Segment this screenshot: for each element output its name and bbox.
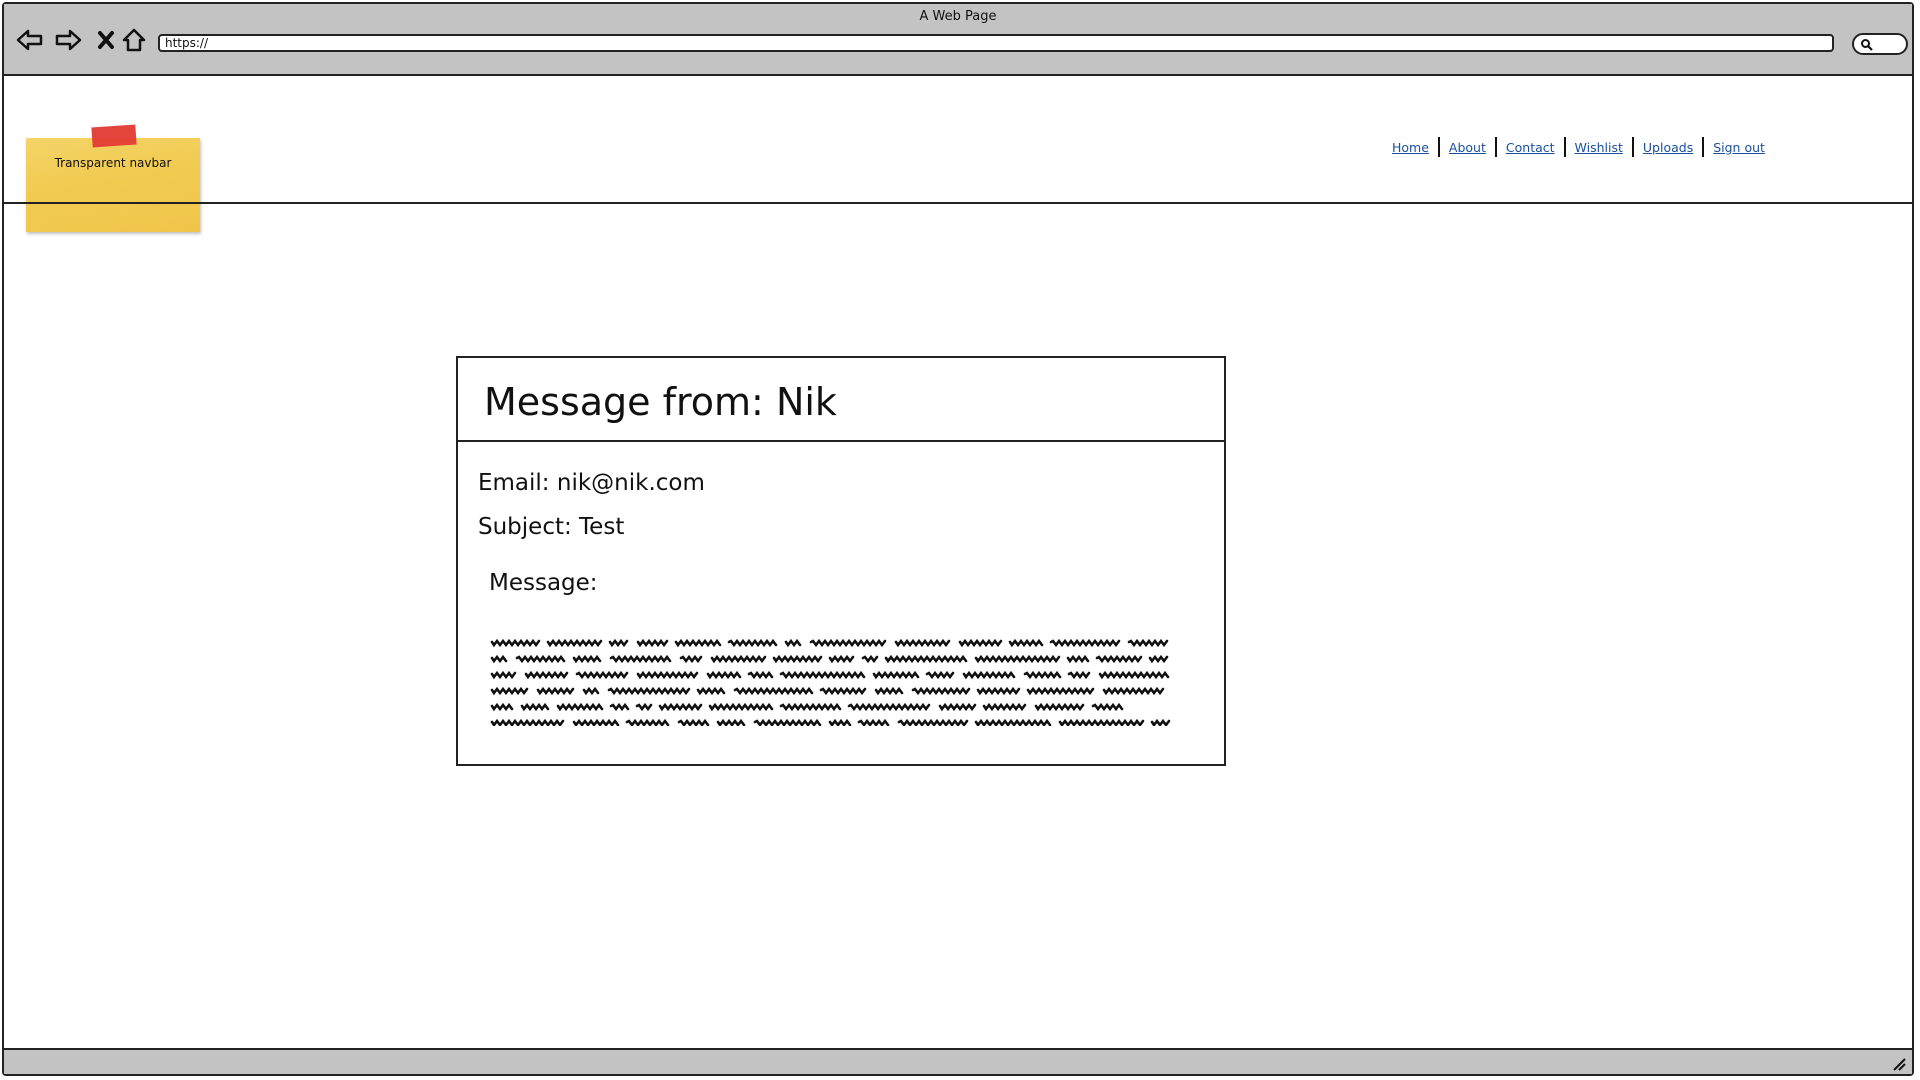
home-icon[interactable]: [120, 26, 148, 54]
message-card: Message from: Nik Email: nik@nik.com Sub…: [456, 356, 1226, 766]
brand-label: Transparent navbar: [54, 156, 172, 170]
close-icon[interactable]: [92, 26, 120, 54]
nav-link-about[interactable]: About: [1440, 140, 1495, 155]
header-divider: [4, 202, 1912, 204]
nav-link-contact[interactable]: Contact: [1497, 140, 1564, 155]
back-arrow-icon[interactable]: [16, 26, 44, 54]
nav-link-home[interactable]: Home: [1388, 140, 1438, 155]
message-body-placeholder: [490, 636, 1174, 726]
nav-link-sign-out[interactable]: Sign out: [1704, 140, 1774, 155]
brand-sticky-note[interactable]: Transparent navbar: [26, 124, 200, 232]
browser-toolbar: A Web Page https://: [4, 4, 1912, 76]
address-bar[interactable]: https://: [158, 34, 1834, 52]
search-box[interactable]: [1852, 33, 1908, 55]
browser-window: A Web Page https:// Transparent navbar H…: [2, 2, 1914, 1076]
message-title: Message from: Nik: [484, 380, 837, 424]
message-email: Email: nik@nik.com: [478, 470, 705, 496]
resize-grip-icon[interactable]: [1890, 1055, 1906, 1071]
window-title: A Web Page: [919, 9, 997, 24]
main-nav: Home About Contact Wishlist Uploads Sign…: [1388, 137, 1774, 157]
forward-arrow-icon[interactable]: [54, 26, 82, 54]
nav-link-wishlist[interactable]: Wishlist: [1566, 140, 1632, 155]
nav-link-uploads[interactable]: Uploads: [1634, 140, 1702, 155]
message-label: Message:: [489, 570, 598, 596]
card-divider: [458, 440, 1224, 442]
sticky-tape: [91, 124, 137, 148]
message-subject: Subject: Test: [478, 514, 625, 540]
search-icon: [1861, 39, 1873, 51]
status-bar: [4, 1048, 1912, 1074]
